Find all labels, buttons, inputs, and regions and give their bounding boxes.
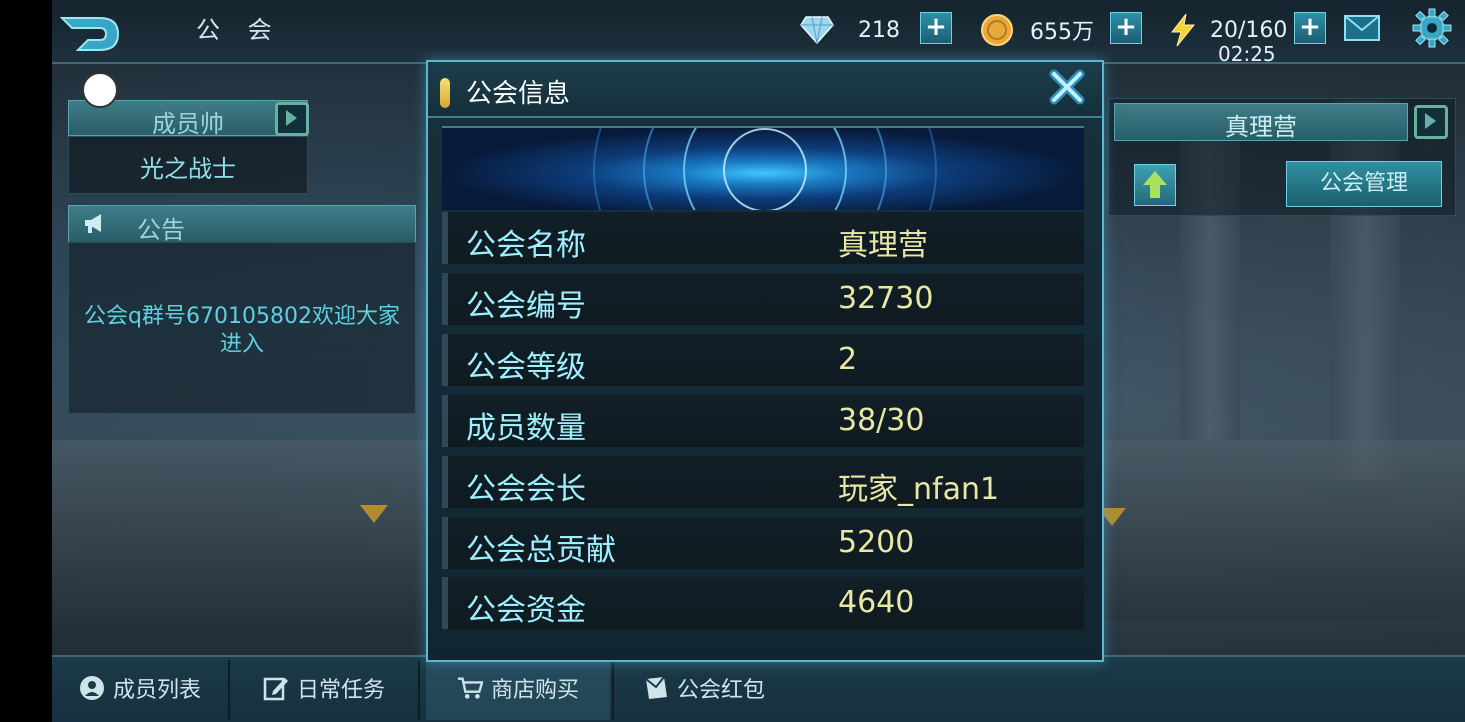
info-row-guild-name: 公会名称 真理营 xyxy=(442,212,1084,264)
back-button[interactable] xyxy=(59,14,122,54)
info-row-guild-level: 公会等级 2 xyxy=(442,334,1084,386)
tab-red-packet[interactable]: 公会红包 xyxy=(614,655,794,720)
energy-count: 20/160 xyxy=(1210,17,1288,43)
floating-assist-button[interactable] xyxy=(82,72,118,108)
lightning-icon xyxy=(1166,13,1200,47)
tab-shop[interactable]: 商店购买 xyxy=(426,655,610,720)
notice-panel: 公会q群号670105802欢迎大家进入 xyxy=(68,242,416,414)
screen-title: 公 会 xyxy=(196,16,282,44)
guild-manage-button[interactable]: 公会管理 xyxy=(1286,161,1442,207)
upgrade-arrow-button[interactable] xyxy=(1134,164,1176,206)
guild-name-bar: 真理营 xyxy=(1114,103,1408,141)
close-icon xyxy=(1049,69,1085,105)
info-value: 2 xyxy=(838,342,858,377)
notice-title: 公告 xyxy=(137,216,185,244)
info-label: 公会编号 xyxy=(466,289,586,324)
back-arrow-icon xyxy=(59,17,120,51)
bg-arrow-icon xyxy=(360,505,388,523)
nav-divider xyxy=(228,660,230,720)
info-row-guild-funds: 公会资金 4640 xyxy=(442,577,1084,629)
diamond-icon xyxy=(800,13,834,47)
info-label: 公会会长 xyxy=(466,472,586,507)
add-diamond-button[interactable]: + xyxy=(920,12,952,44)
settings-button[interactable] xyxy=(1412,8,1452,48)
daily-task-icon xyxy=(263,677,288,700)
gear-icon xyxy=(1412,8,1452,48)
mail-icon xyxy=(1344,15,1380,41)
info-value: 38/30 xyxy=(838,403,925,438)
add-energy-button[interactable]: + xyxy=(1294,12,1326,44)
red-packet-icon xyxy=(645,675,667,699)
megaphone-icon xyxy=(85,214,101,233)
info-row-member-count: 成员数量 38/30 xyxy=(442,395,1084,447)
left-border xyxy=(0,0,52,720)
diamond-count: 218 xyxy=(858,17,900,43)
notice-bar: 公告 xyxy=(68,205,416,244)
info-value: 32730 xyxy=(838,281,934,316)
diamond-counter: 218 xyxy=(800,14,900,46)
guild-name-side: 真理营 xyxy=(1225,113,1297,141)
tab-label: 商店购买 xyxy=(490,677,579,703)
clock-time: 02:25 xyxy=(1218,42,1276,66)
gold-count: 655万 xyxy=(1030,20,1094,45)
tab-label: 日常任务 xyxy=(296,677,385,703)
add-gold-button[interactable]: + xyxy=(1110,12,1142,44)
member-role-label: 成员帅 xyxy=(152,110,224,138)
info-row-guild-leader: 公会会长 玩家_nfan1 xyxy=(442,456,1084,508)
info-label: 公会资金 xyxy=(466,593,586,628)
info-row-total-contribution: 公会总贡献 5200 xyxy=(442,517,1084,569)
title-marker-icon xyxy=(440,78,450,108)
info-label: 公会总贡献 xyxy=(466,533,616,568)
shop-cart-icon xyxy=(457,677,483,699)
info-label: 成员数量 xyxy=(466,411,586,446)
member-name-box: 光之战士 xyxy=(68,136,308,194)
play-icon[interactable] xyxy=(275,102,309,136)
member-name: 光之战士 xyxy=(140,155,236,183)
notice-text: 公会q群号670105802欢迎大家进入 xyxy=(84,304,400,357)
mail-button[interactable] xyxy=(1344,14,1380,42)
dialog-title: 公会信息 xyxy=(466,79,571,109)
close-button[interactable] xyxy=(1048,68,1086,106)
info-value: 真理营 xyxy=(838,228,928,263)
nav-divider xyxy=(418,660,420,720)
info-label: 公会等级 xyxy=(466,350,586,385)
info-label: 公会名称 xyxy=(466,228,586,263)
gold-coin-icon xyxy=(980,13,1014,47)
info-row-guild-id: 公会编号 32730 xyxy=(442,273,1084,325)
info-value: 4640 xyxy=(838,585,915,620)
tab-member-list[interactable]: 成员列表 xyxy=(52,655,228,720)
gold-counter: 655万 xyxy=(980,14,1094,46)
guild-banner-image xyxy=(442,126,1084,210)
dialog-header: 公会信息 xyxy=(428,62,1102,118)
guild-info-dialog: 公会信息 公会名称 真理营 公会编号 32730 公会等级 2 成员数量 38/… xyxy=(426,60,1104,662)
tab-label: 公会红包 xyxy=(676,677,765,703)
info-value: 玩家_nfan1 xyxy=(838,472,1000,507)
tab-daily-task[interactable]: 日常任务 xyxy=(232,655,416,720)
tab-label: 成员列表 xyxy=(112,677,201,703)
member-list-icon xyxy=(79,675,104,700)
play-icon[interactable] xyxy=(1414,105,1448,139)
banner-ring xyxy=(593,128,937,210)
info-value: 5200 xyxy=(838,525,915,560)
